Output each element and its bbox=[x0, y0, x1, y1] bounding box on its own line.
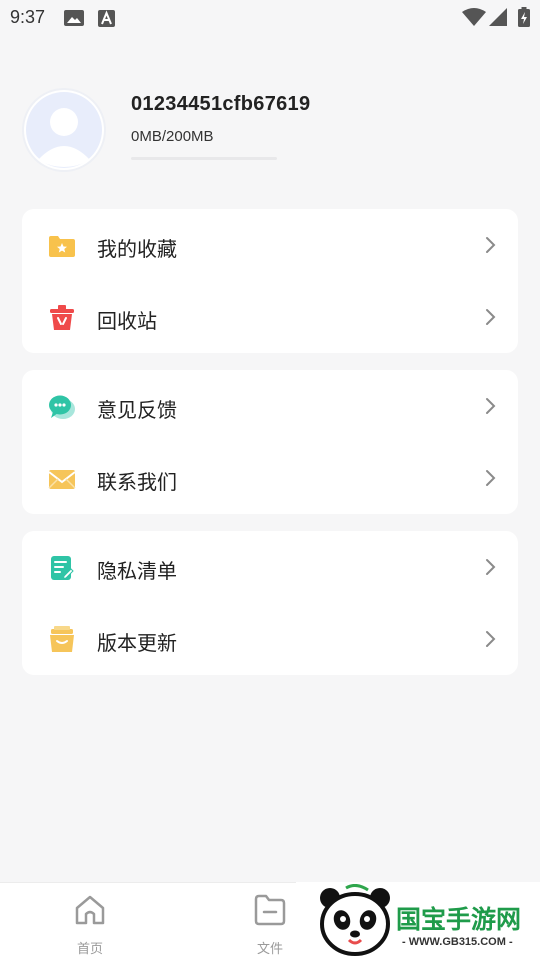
menu-item-label: 我的收藏 bbox=[97, 239, 177, 261]
menu-item-feedback[interactable]: 意见反馈 bbox=[22, 370, 518, 442]
menu-item-version-update[interactable]: 版本更新 bbox=[22, 603, 518, 675]
battery-icon bbox=[518, 7, 530, 32]
chevron-right-icon bbox=[486, 559, 496, 575]
tab-home[interactable]: 首页 bbox=[45, 883, 135, 961]
watermark-brand: 国宝手游网 bbox=[396, 905, 522, 934]
menu-card-3: 隐私清单 版本更新 bbox=[22, 531, 518, 675]
watermark-url: - WWW.GB315.COM - bbox=[402, 936, 513, 948]
folder-star-icon bbox=[48, 232, 76, 260]
profile-section: 01234451cfb67619 0MB/200MB bbox=[0, 80, 540, 190]
menu-item-recycle-bin[interactable]: 回收站 bbox=[22, 281, 518, 353]
file-icon bbox=[254, 894, 286, 926]
avatar[interactable] bbox=[24, 90, 104, 170]
signal-icon bbox=[489, 8, 507, 31]
home-icon bbox=[75, 895, 105, 925]
menu-card-2: 意见反馈 联系我们 bbox=[22, 370, 518, 514]
chevron-right-icon bbox=[486, 309, 496, 325]
document-edit-icon bbox=[48, 554, 76, 582]
chevron-right-icon bbox=[486, 631, 496, 647]
tab-home-label: 首页 bbox=[76, 941, 103, 956]
image-notification-icon bbox=[64, 10, 84, 31]
menu-item-favorites[interactable]: 我的收藏 bbox=[22, 209, 518, 281]
menu-item-label: 隐私清单 bbox=[97, 561, 177, 583]
menu-item-label: 版本更新 bbox=[97, 633, 177, 655]
menu-item-label: 意见反馈 bbox=[97, 400, 177, 422]
box-icon bbox=[48, 626, 76, 654]
menu-item-label: 联系我们 bbox=[97, 472, 177, 494]
menu-item-label: 回收站 bbox=[97, 311, 157, 333]
chevron-right-icon bbox=[486, 398, 496, 414]
panda-logo bbox=[320, 884, 390, 956]
storage-usage-text: 0MB/200MB bbox=[131, 128, 214, 145]
chat-bubble-icon bbox=[48, 393, 76, 421]
envelope-icon bbox=[48, 465, 76, 493]
wifi-icon bbox=[462, 8, 486, 31]
status-time: 9:37 bbox=[10, 7, 46, 27]
menu-card-1: 我的收藏 回收站 bbox=[22, 209, 518, 353]
user-avatar-icon bbox=[26, 92, 102, 168]
user-id: 01234451cfb67619 bbox=[131, 93, 311, 115]
chevron-right-icon bbox=[486, 237, 496, 253]
trash-icon bbox=[48, 304, 76, 332]
chevron-right-icon bbox=[486, 470, 496, 486]
text-notification-icon bbox=[98, 10, 115, 32]
status-bar: 9:37 bbox=[0, 0, 540, 36]
menu-item-privacy-list[interactable]: 隐私清单 bbox=[22, 531, 518, 603]
menu-item-contact-us[interactable]: 联系我们 bbox=[22, 442, 518, 514]
storage-progress-bar bbox=[131, 157, 277, 160]
watermark: 国宝手游网 - WWW.GB315.COM - bbox=[296, 882, 540, 960]
